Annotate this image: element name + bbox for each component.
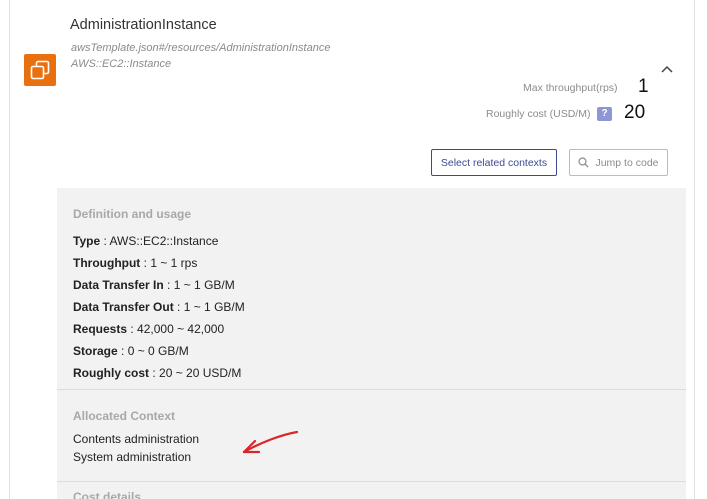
rough-cost-value: 20	[624, 102, 646, 123]
definition-row: Type : AWS::EC2::Instance	[73, 234, 219, 248]
resource-title: AdministrationInstance	[70, 17, 217, 33]
max-throughput-label: Max throughput(rps)	[523, 82, 618, 94]
section-divider	[57, 389, 686, 390]
context-item-system-administration[interactable]: System administration	[73, 450, 191, 464]
select-related-contexts-button[interactable]: Select related contexts	[431, 149, 557, 176]
details-section: Definition and usage Type : AWS::EC2::In…	[57, 188, 686, 499]
chevron-up-icon	[661, 65, 673, 73]
ec2-instance-icon	[24, 54, 56, 86]
cost-details-title: Cost details	[73, 490, 142, 499]
collapse-button[interactable]	[657, 60, 677, 78]
section-divider	[57, 481, 686, 482]
definition-row: Data Transfer Out : 1 ~ 1 GB/M	[73, 300, 245, 314]
help-icon[interactable]: ?	[597, 107, 612, 121]
search-icon	[578, 157, 589, 168]
jump-to-code-button[interactable]: Jump to code	[569, 149, 668, 176]
definition-title: Definition and usage	[73, 207, 192, 221]
rough-cost-label: Roughly cost (USD/M)	[486, 108, 591, 120]
definition-row: Storage : 0 ~ 0 GB/M	[73, 344, 189, 358]
jump-to-code-label: Jump to code	[595, 156, 659, 169]
definition-row: Requests : 42,000 ~ 42,000	[73, 322, 225, 336]
resource-path: awsTemplate.json#/resources/Administrati…	[71, 42, 331, 54]
allocated-context-title: Allocated Context	[73, 409, 176, 423]
red-arrow-annotation-icon	[242, 430, 299, 454]
definition-row: Roughly cost : 20 ~ 20 USD/M	[73, 366, 242, 380]
copy-instances-glyph	[30, 60, 50, 80]
resource-type-line: AWS::EC2::Instance	[71, 58, 172, 70]
max-throughput-value: 1	[638, 76, 649, 97]
definition-row: Data Transfer In : 1 ~ 1 GB/M	[73, 278, 235, 292]
context-item-contents-administration[interactable]: Contents administration	[73, 432, 199, 446]
definition-row: Throughput : 1 ~ 1 rps	[73, 256, 198, 270]
